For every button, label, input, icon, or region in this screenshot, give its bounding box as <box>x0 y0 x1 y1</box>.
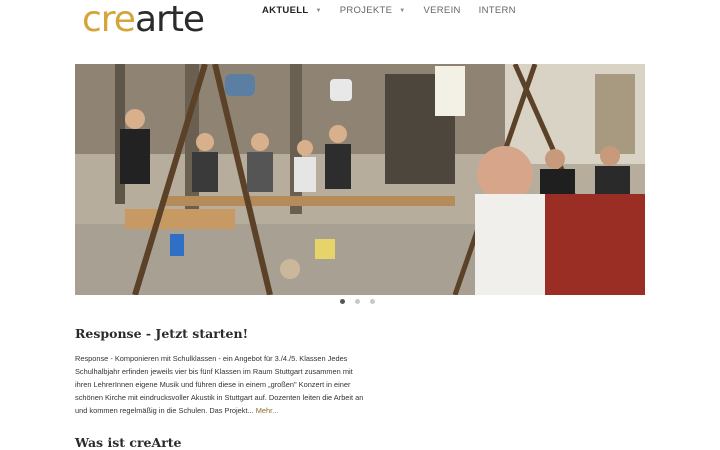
article-title[interactable]: Response - Jetzt starten! <box>75 326 248 341</box>
section-title-was-ist-crearte: Was ist creArte <box>75 435 182 450</box>
nav-item-label: VEREIN <box>423 5 461 16</box>
nav-item-label: PROJEKTE <box>339 5 393 16</box>
nav-item-intern[interactable]: INTERN <box>479 5 516 16</box>
caret-down-icon: ▼ <box>315 7 322 14</box>
caret-down-icon: ▼ <box>399 7 406 14</box>
slider-dot-1[interactable] <box>340 299 345 304</box>
logo[interactable]: crearte <box>82 0 205 40</box>
nav-item-projekte[interactable]: PROJEKTE ▼ <box>340 5 406 16</box>
nav-item-label: INTERN <box>478 5 516 16</box>
slider-dot-3[interactable] <box>370 299 375 304</box>
logo-part-cre: cre <box>82 0 136 40</box>
main-nav: AKTUELL ▼ PROJEKTE ▼ VEREIN INTERN <box>262 5 534 16</box>
more-link[interactable]: Mehr... <box>256 406 279 415</box>
nav-item-label: AKTUELL <box>262 5 309 16</box>
hero-slider-image[interactable] <box>75 64 645 295</box>
slider-pagination <box>340 299 375 304</box>
slider-dot-2[interactable] <box>355 299 360 304</box>
nav-item-verein[interactable]: VEREIN <box>424 5 461 16</box>
article-excerpt: Response - Komponieren mit Schulklassen … <box>75 352 365 417</box>
nav-item-aktuell[interactable]: AKTUELL ▼ <box>262 5 322 16</box>
article-text: Response - Komponieren mit Schulklassen … <box>75 354 364 415</box>
hero-photo-church-concert <box>75 64 645 295</box>
logo-part-arte: arte <box>134 0 205 40</box>
